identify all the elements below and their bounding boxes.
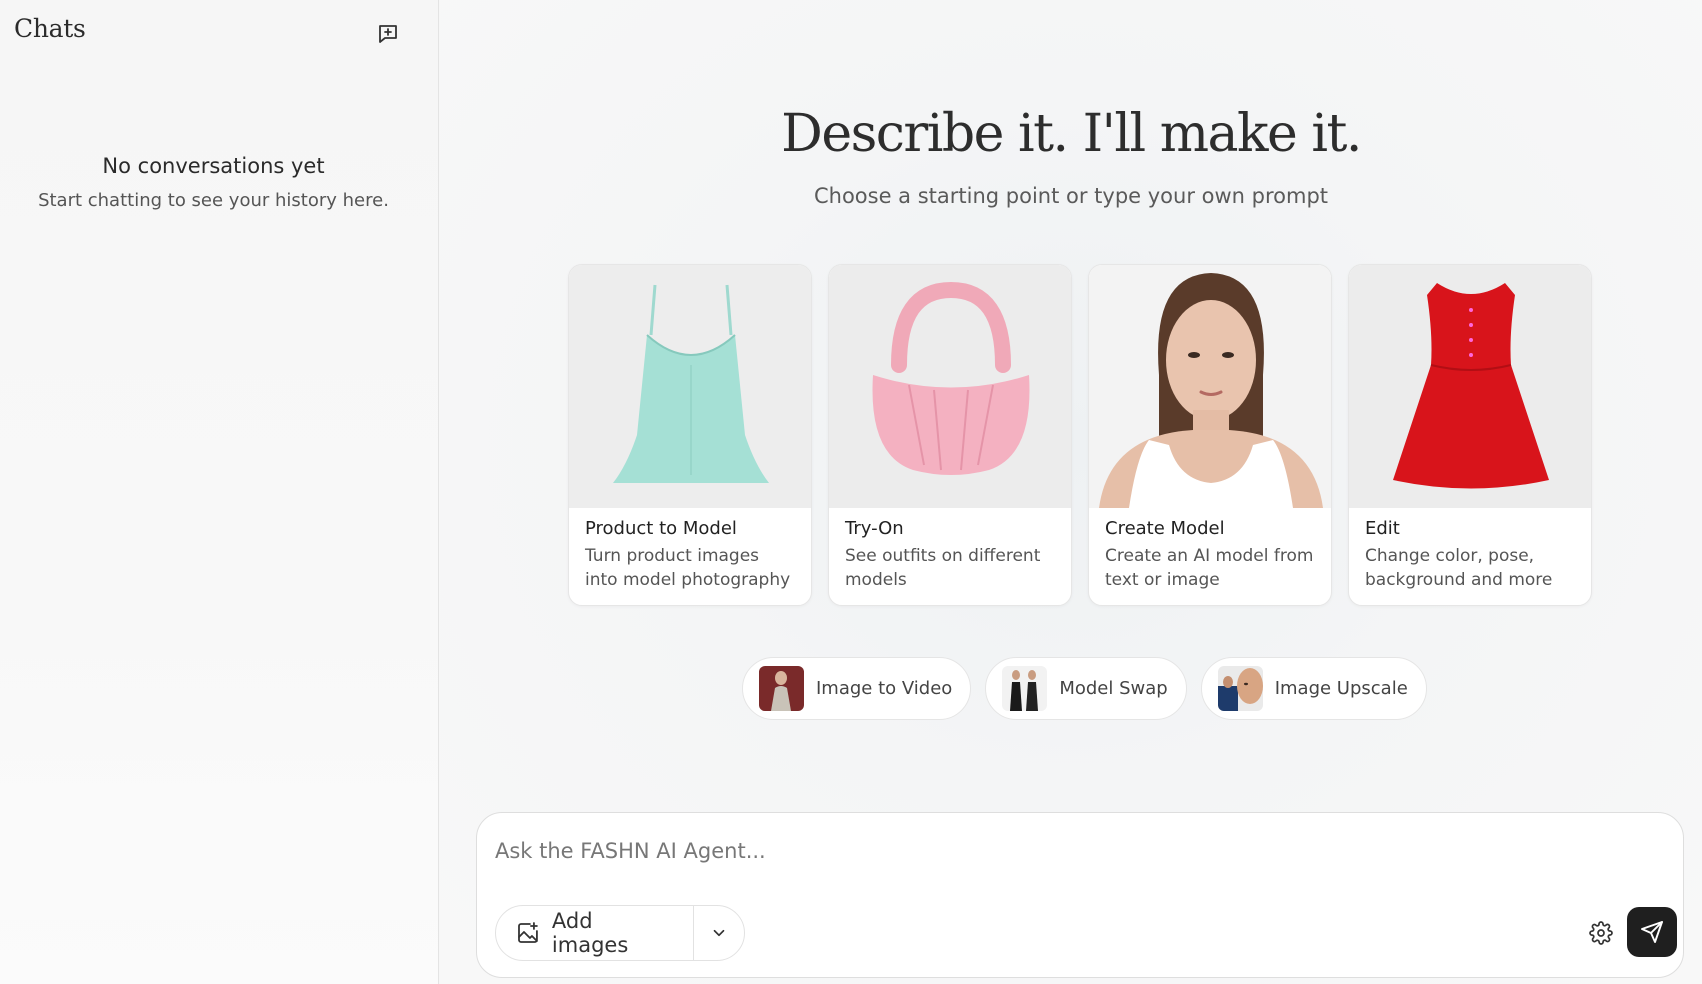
empty-state-subtitle: Start chatting to see your history here. (38, 190, 389, 211)
card-try-on[interactable]: Try-On See outfits on different models (828, 264, 1072, 606)
new-chat-button[interactable] (372, 18, 404, 50)
prompt-input[interactable] (495, 835, 1595, 867)
pink-handbag-image (829, 265, 1071, 508)
page-headline: Describe it. I'll make it. (781, 104, 1362, 164)
add-images-button[interactable]: Add images (496, 906, 695, 960)
settings-button[interactable] (1587, 919, 1615, 947)
chip-image-upscale[interactable]: Image Upscale (1200, 657, 1427, 720)
woman-portrait-image (1089, 265, 1331, 508)
card-title: Product to Model (585, 518, 737, 539)
starter-cards: Product to Model Turn product images int… (568, 264, 1592, 606)
mint-camisole-image (569, 265, 811, 508)
card-description: Change color, pose, background and more (1365, 546, 1553, 590)
chat-composer: Add images (476, 812, 1684, 978)
chip-label: Image to Video (816, 678, 953, 699)
chip-model-swap[interactable]: Model Swap (985, 657, 1187, 720)
sidebar: Chats No conversations yet Start chattin… (0, 0, 439, 984)
card-title: Create Model (1105, 518, 1225, 539)
two-models-thumbnail (1002, 666, 1048, 711)
chevron-down-icon (713, 929, 725, 937)
card-edit[interactable]: Edit Change color, pose, background and … (1348, 264, 1592, 606)
add-images-dropdown-button[interactable] (694, 906, 744, 960)
send-button[interactable] (1627, 907, 1677, 957)
card-title: Try-On (845, 518, 904, 539)
card-description: Turn product images into model photograp… (585, 546, 791, 590)
card-description: Create an AI model from text or image (1105, 546, 1314, 590)
card-description: See outfits on different models (845, 546, 1041, 590)
card-title: Edit (1365, 518, 1400, 539)
chip-label: Model Swap (1059, 678, 1168, 699)
chip-label: Image Upscale (1274, 678, 1408, 699)
sidebar-title: Chats (14, 14, 86, 43)
face-thumbnail (1217, 666, 1263, 711)
card-product-to-model[interactable]: Product to Model Turn product images int… (568, 264, 812, 606)
gear-icon (1589, 921, 1613, 945)
chip-image-to-video[interactable]: Image to Video (742, 657, 972, 720)
image-plus-icon (518, 922, 538, 943)
main-panel: Describe it. I'll make it. Choose a star… (440, 0, 1702, 984)
red-dress-image (1349, 265, 1591, 508)
send-icon (1641, 921, 1663, 943)
message-plus-icon (379, 25, 397, 43)
add-images-group: Add images (495, 905, 745, 961)
model-thumbnail (759, 666, 804, 711)
empty-state-title: No conversations yet (102, 154, 325, 178)
card-create-model[interactable]: Create Model Create an AI model from tex… (1088, 264, 1332, 606)
quick-action-chips: Image to Video Model Swap Image Upscale (742, 657, 1427, 720)
page-subheadline: Choose a starting point or type your own… (813, 184, 1329, 208)
add-images-label: Add images (551, 909, 629, 957)
